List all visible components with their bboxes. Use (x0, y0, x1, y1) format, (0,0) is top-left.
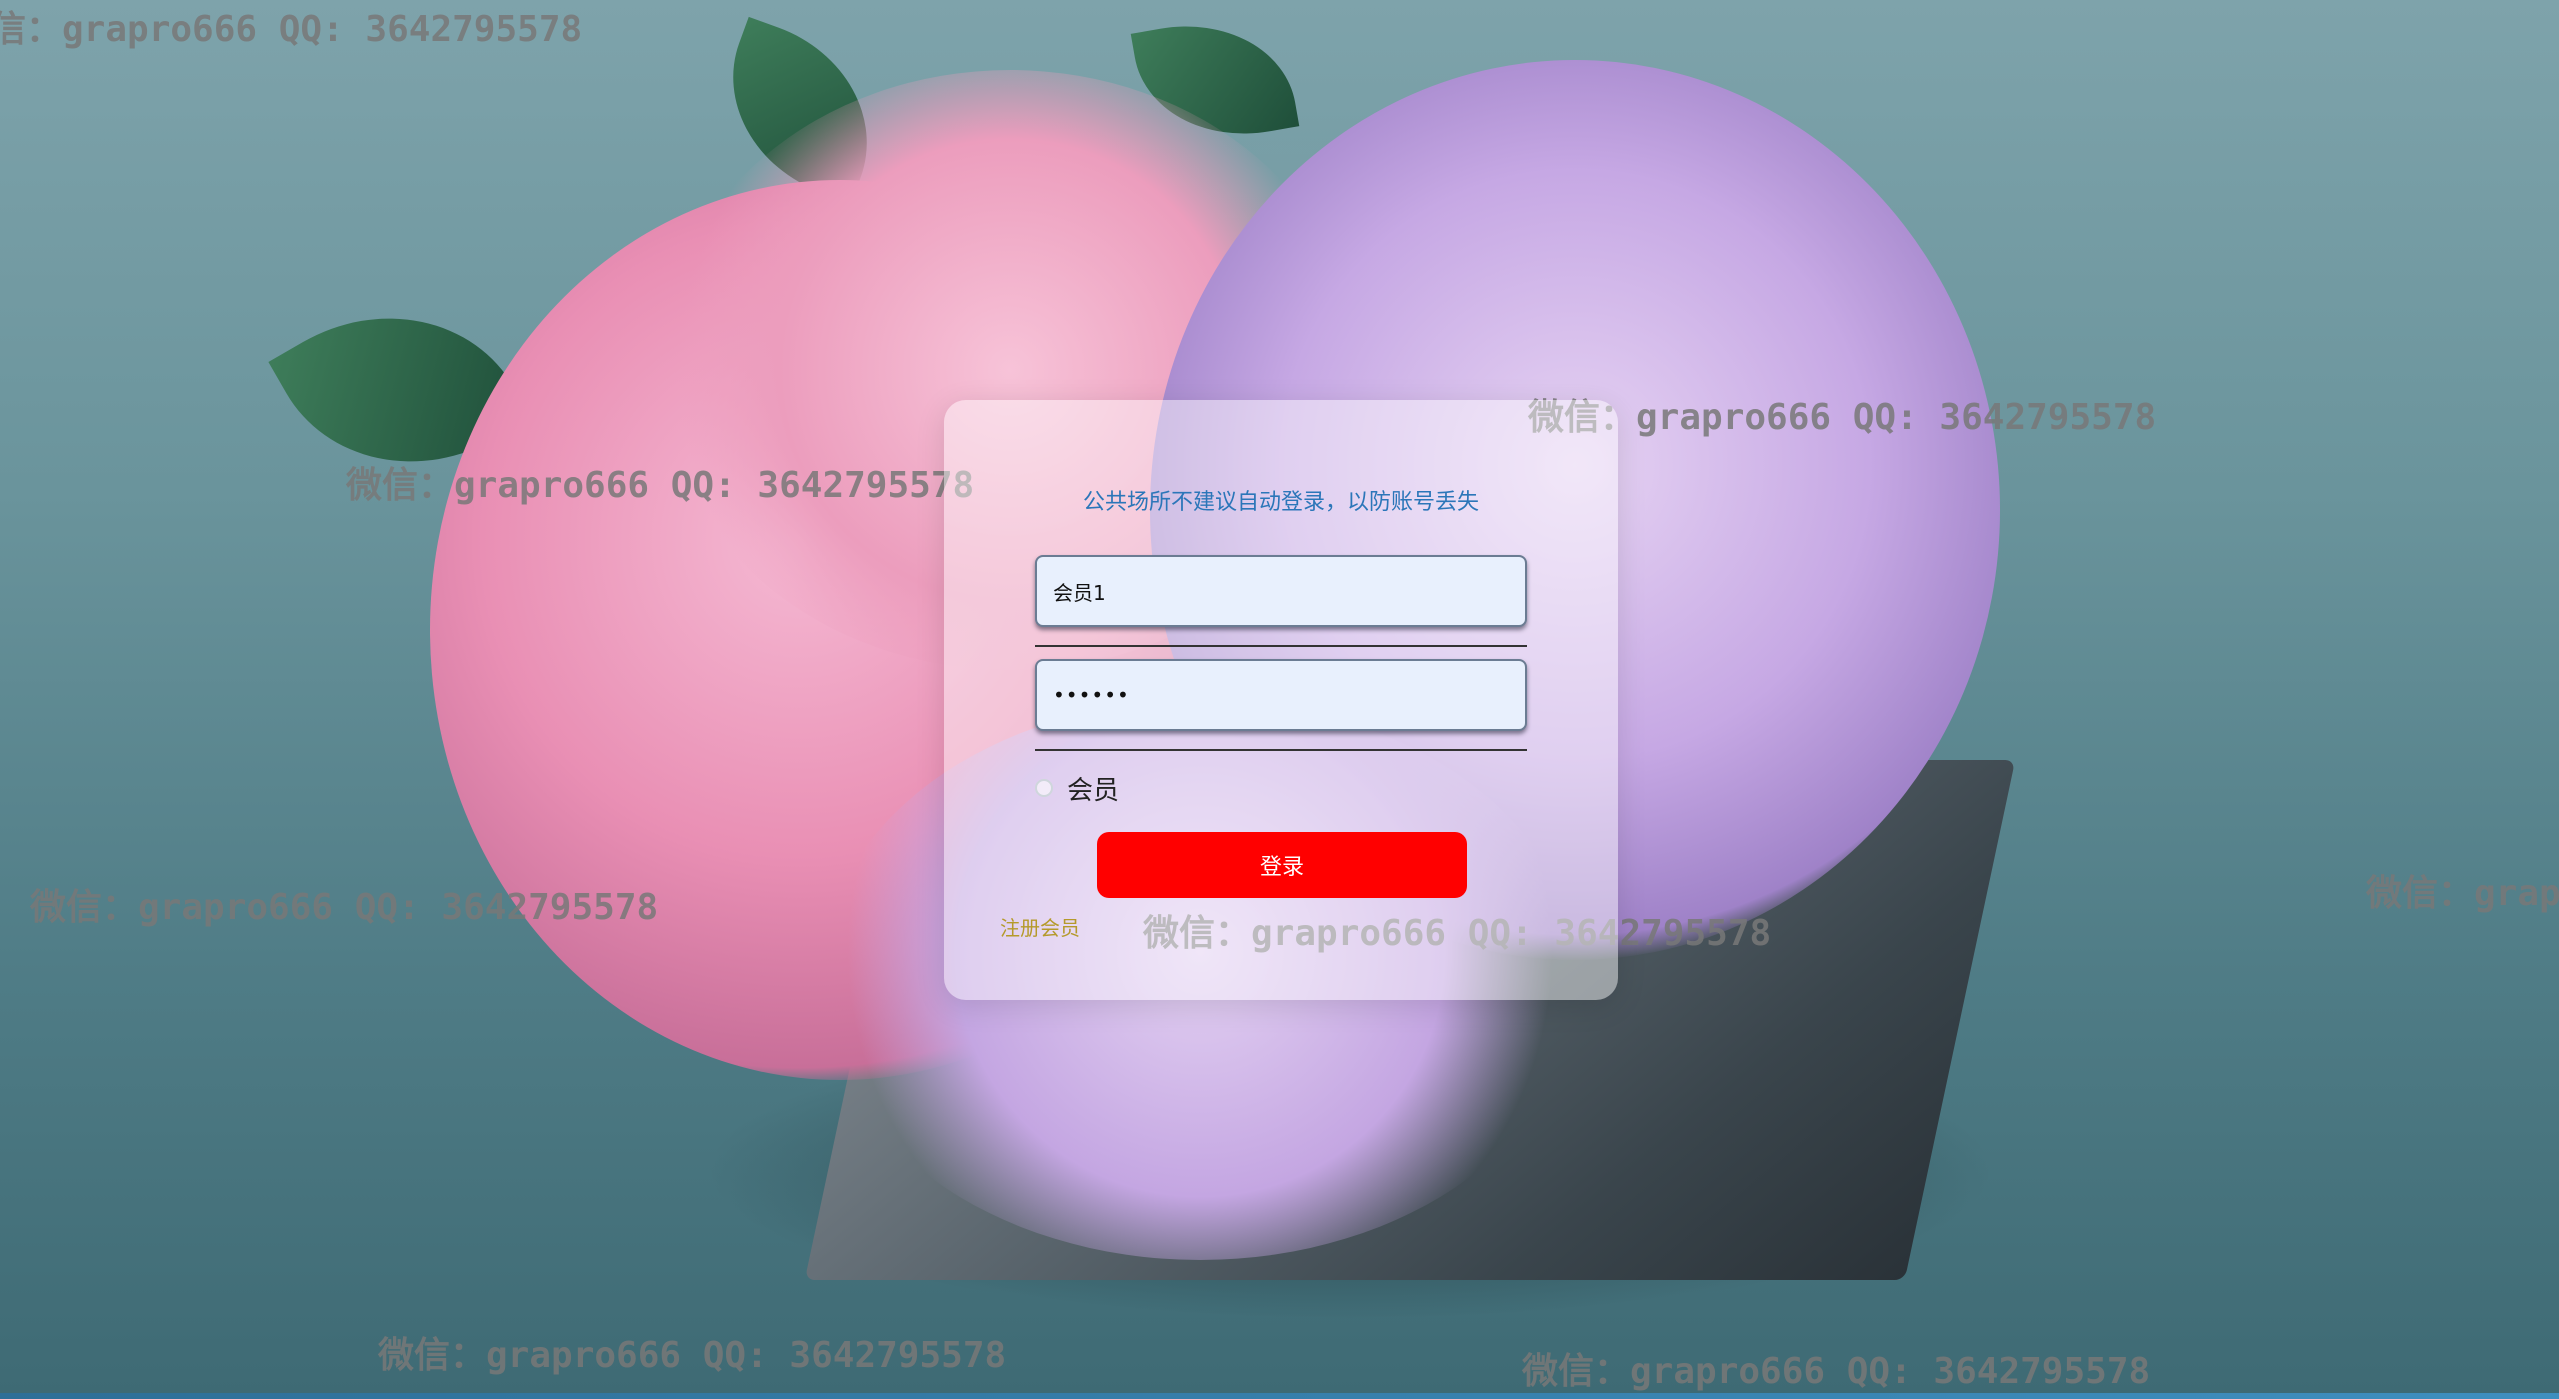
password-underline (1035, 749, 1527, 751)
role-option[interactable]: 会员 (1035, 768, 1119, 808)
auto-login-notice: 公共场所不建议自动登录，以防账号丢失 (1082, 490, 1479, 515)
login-page: 信：grapro666 QQ: 3642795578 微信：grapro666 … (0, 0, 2559, 1399)
password-input[interactable] (1035, 659, 1527, 731)
username-underline (1035, 645, 1527, 647)
login-button[interactable]: 登录 (1097, 832, 1467, 898)
login-card: 公共场所不建议自动登录，以防账号丢失 会员 登录 注册会员 (944, 400, 1618, 1000)
role-radio[interactable] (1035, 779, 1053, 797)
role-label: 会员 (1067, 775, 1120, 806)
username-input[interactable] (1035, 555, 1527, 627)
register-link[interactable]: 注册会员 (1000, 912, 1080, 941)
bottom-strip (0, 1393, 2559, 1399)
